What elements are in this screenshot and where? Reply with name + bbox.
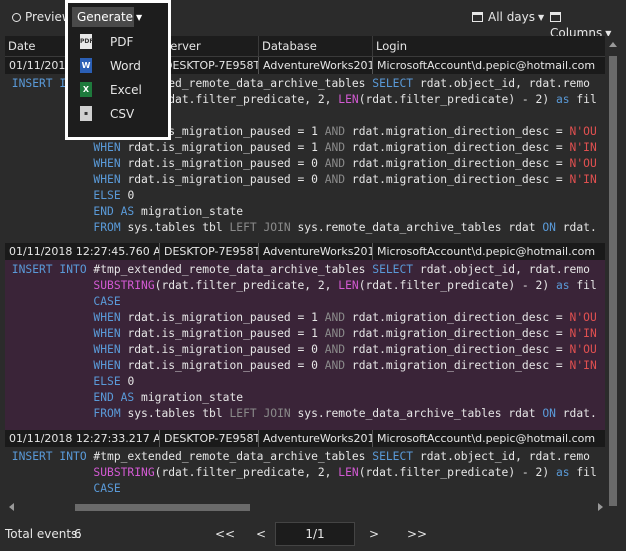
search-icon [12, 13, 21, 22]
last-page-button[interactable]: >> [407, 527, 427, 541]
generate-menu: Generate ▼ PDF PDF W Word X Excel ▪ CSV [65, 0, 171, 140]
column-header-label: Database [262, 39, 317, 53]
preview-button[interactable]: Preview [12, 9, 72, 25]
event-server: DESKTOP-7E958TV [160, 430, 259, 447]
column-header-login[interactable]: Login [373, 36, 605, 56]
pdf-icon: PDF [80, 34, 93, 49]
horizontal-scroll-thumb[interactable] [75, 504, 250, 511]
event-server: DESKTOP-7E958TV [160, 57, 259, 74]
first-page-button[interactable]: << [215, 527, 235, 541]
event-row-selected[interactable]: 01/11/2018 12:27:45.760 AM DESKTOP-7E958… [5, 243, 605, 430]
event-login: MicrosoftAccount\d.pepic@hotmail.com [377, 432, 596, 445]
event-meta: 01/11/2018 12:27:45.760 AM DESKTOP-7E958… [5, 243, 605, 260]
event-database: AdventureWorks2014 [259, 57, 373, 74]
menu-item-pdf[interactable]: PDF PDF [68, 31, 168, 53]
event-row[interactable]: 01/11/2018 12:27:33.217 AM DESKTOP-7E958… [5, 430, 605, 499]
event-sql-text: INSERT INTO #tmp_extended_remote_data_ar… [5, 263, 597, 420]
days-filter-button[interactable]: All days ▼ [472, 9, 544, 25]
menu-item-word[interactable]: W Word [68, 55, 168, 77]
column-header-database[interactable]: Database [259, 36, 373, 56]
event-database: AdventureWorks2014 [259, 243, 373, 260]
event-login: MicrosoftAccount\d.pepic@hotmail.com [377, 245, 596, 258]
page-indicator[interactable]: 1/1 [275, 522, 355, 546]
excel-icon: X [80, 82, 92, 97]
scroll-right-icon[interactable] [598, 503, 603, 511]
previous-page-button[interactable]: < [256, 527, 266, 541]
menu-item-excel[interactable]: X Excel [68, 79, 168, 101]
menu-item-label: CSV [110, 107, 135, 121]
event-meta: 01/11/2018 12:27:33.217 AM DESKTOP-7E958… [5, 430, 605, 447]
total-events-label: Total events: [5, 527, 82, 541]
generate-button[interactable]: Generate ▼ [72, 7, 142, 27]
event-date: 01/11/2018 12:27:33.217 AM [5, 430, 160, 447]
calendar-icon [472, 12, 483, 22]
columns-button[interactable]: Columns ▼ [550, 9, 626, 40]
vertical-scroll-thumb[interactable] [609, 56, 617, 506]
column-header-label: Login [376, 39, 408, 53]
menu-item-csv[interactable]: ▪ CSV [68, 103, 168, 125]
column-header-server[interactable]: Server [160, 36, 259, 56]
event-date: 01/11/2018 12:27:45.760 AM [5, 243, 160, 260]
event-login: MicrosoftAccount\d.pepic@hotmail.com [377, 59, 596, 72]
days-label: All days [488, 10, 536, 24]
columns-icon [550, 12, 561, 22]
scroll-left-icon[interactable] [9, 503, 14, 511]
chevron-down-icon: ▼ [538, 13, 545, 22]
word-icon: W [80, 58, 92, 73]
footer: Total events: 6 << < 1/1 > >> [0, 516, 626, 551]
event-sql-text: INSERT INTO #tmp_extended_remote_data_ar… [5, 450, 597, 495]
event-server: DESKTOP-7E958TV [160, 243, 259, 260]
event-database: AdventureWorks2014 [259, 430, 373, 447]
column-header-label: Date [8, 39, 36, 53]
total-events-value: 6 [74, 527, 82, 541]
chevron-down-icon: ▼ [136, 13, 143, 22]
vertical-scrollbar[interactable] [606, 36, 620, 521]
scroll-up-icon[interactable] [609, 42, 617, 47]
menu-item-label: PDF [110, 35, 134, 49]
menu-item-label: Excel [110, 83, 142, 97]
next-page-button[interactable]: > [369, 527, 379, 541]
menu-item-label: Word [110, 59, 141, 73]
csv-icon: ▪ [80, 106, 92, 121]
horizontal-scrollbar[interactable] [5, 500, 605, 514]
generate-label: Generate [77, 10, 134, 24]
